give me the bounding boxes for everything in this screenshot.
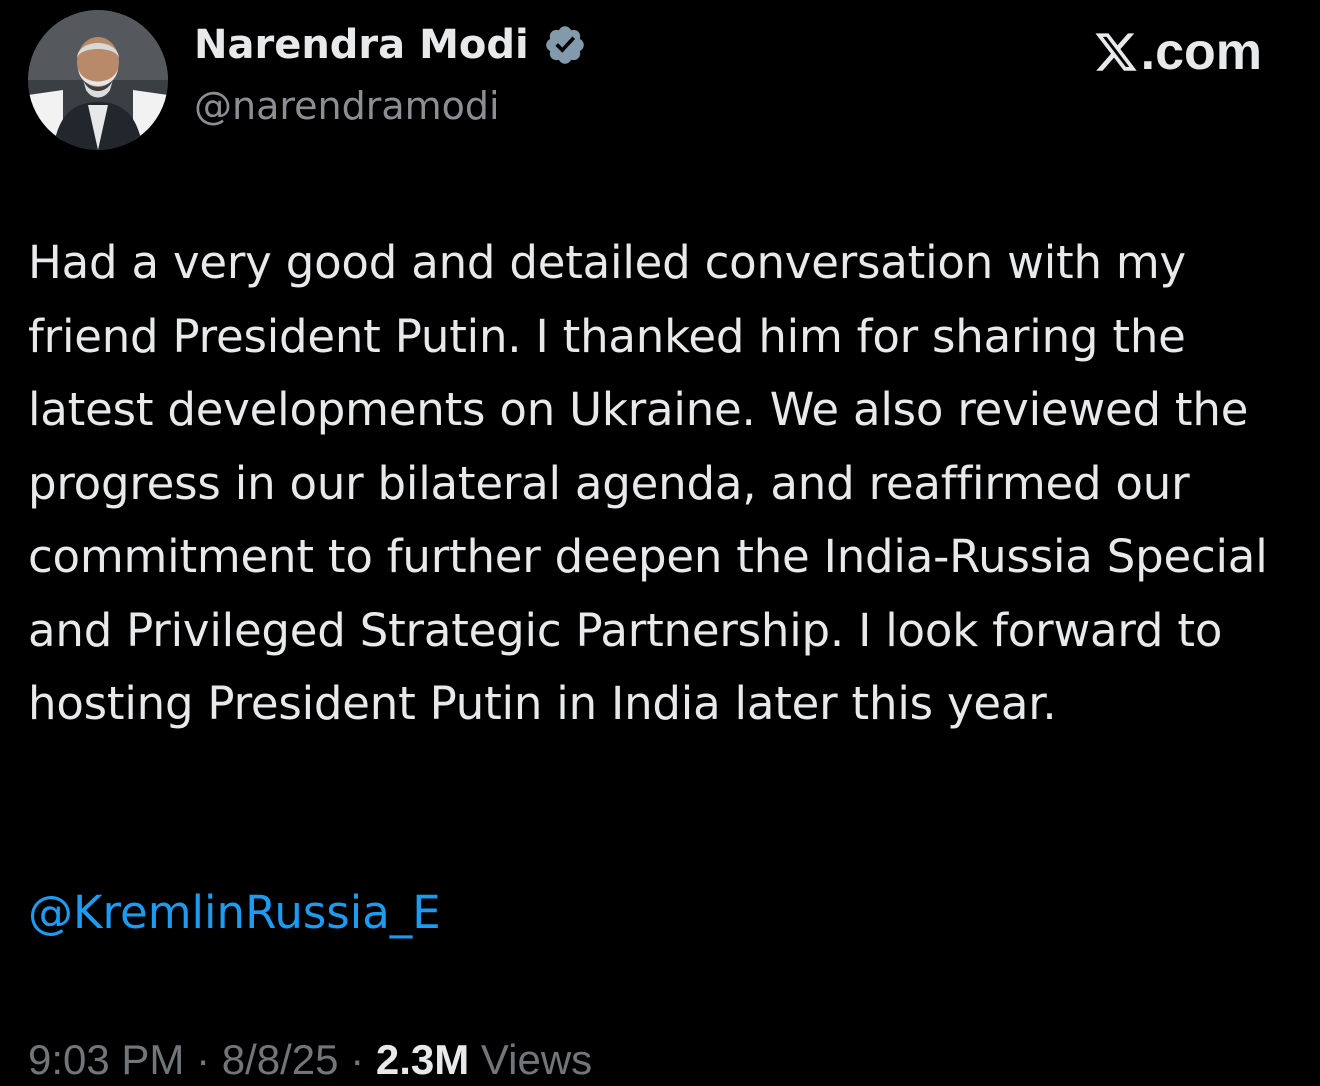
tweet-text: Had a very good and detailed conversatio… — [28, 236, 1268, 730]
avatar-image — [28, 10, 168, 150]
author-handle[interactable]: @narendramodi — [194, 84, 500, 128]
tweet-card: Narendra Modi @narendramodi .com Had a v… — [0, 0, 1320, 1086]
x-logo-icon — [1095, 33, 1137, 71]
meta-separator: · — [338, 1036, 376, 1083]
tweet-time[interactable]: 9:03 PM — [28, 1036, 184, 1083]
views-count: 2.3M — [375, 1036, 470, 1083]
verified-badge-icon — [545, 26, 584, 64]
meta-separator: · — [184, 1036, 222, 1083]
avatar[interactable] — [28, 10, 168, 150]
x-brand: .com — [1093, 22, 1262, 82]
brand-label: .com — [1140, 23, 1262, 81]
tweet-meta: 9:03 PM · 8/8/25 · 2.3M Views — [28, 1036, 592, 1084]
author-name-row[interactable]: Narendra Modi — [194, 22, 587, 68]
tweet-date[interactable]: 8/8/25 — [222, 1036, 339, 1083]
author-name[interactable]: Narendra Modi — [194, 22, 529, 68]
mention-link[interactable]: @KremlinRussia_E — [28, 886, 441, 939]
views-label: Views — [480, 1036, 593, 1083]
